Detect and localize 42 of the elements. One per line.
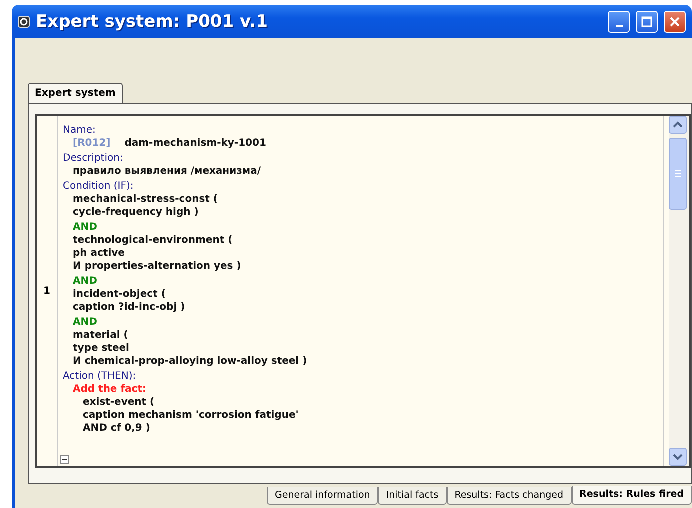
rule-text: cycle-frequency high ) (72, 206, 200, 219)
rule-text: type steel (72, 342, 130, 355)
rule-text: И properties-alternation yes ) (72, 260, 242, 273)
section-label: Name: (63, 124, 97, 137)
fact-text: AND cf 0,9 ) (82, 422, 152, 435)
rule-text: material ( (72, 329, 130, 342)
tab[interactable]: General information (267, 487, 378, 505)
and-keyword: AND (72, 221, 98, 234)
rule-text: caption ?id-inc-obj ) (72, 301, 186, 314)
collapse-icon[interactable] (60, 455, 69, 464)
scroll-up-icon[interactable] (669, 116, 687, 134)
row-number: 1 (44, 286, 50, 296)
scroll-down-icon[interactable] (669, 448, 687, 466)
maximize-button[interactable] (636, 10, 658, 32)
tab[interactable]: Results: Facts changed (446, 487, 572, 505)
window-title: Expert system: P001 v.1 (36, 12, 269, 32)
close-icon (669, 16, 681, 28)
section-label: Condition (IF): (63, 180, 135, 193)
tab[interactable]: Initial facts (378, 487, 447, 505)
fact-text: caption mechanism 'corrosion fatigue' (82, 409, 300, 422)
rule-text: И chemical-prop-alloying low-alloy steel ) (72, 355, 308, 368)
rule-text: ph active (72, 247, 126, 260)
scroll-thumb[interactable] (669, 138, 687, 210)
minimize-button[interactable] (608, 10, 630, 32)
and-keyword: AND (72, 316, 98, 329)
app-icon (18, 16, 30, 28)
section-label: Description: (63, 152, 124, 165)
rule-text: technological-environment ( (72, 234, 234, 247)
section-label: Action (THEN): (63, 370, 138, 383)
rule-text: mechanical-stress-const ( (72, 193, 219, 206)
minimize-icon (616, 24, 622, 26)
maximize-icon (641, 16, 653, 28)
action-label: Add the fact: (72, 383, 148, 396)
rule-name: [R012] dam-mechanism-ky-1001 (72, 137, 268, 150)
tab[interactable]: Expert system (28, 83, 123, 103)
fact-text: exist-event ( (82, 396, 156, 409)
rule-text: incident-object ( (72, 288, 167, 301)
close-button[interactable] (664, 10, 686, 32)
tab[interactable]: Results: Rules fired (572, 486, 692, 505)
scrollbar[interactable] (669, 116, 689, 466)
rule-text: правило выявления /механизма/ (72, 165, 262, 178)
and-keyword: AND (72, 275, 98, 288)
